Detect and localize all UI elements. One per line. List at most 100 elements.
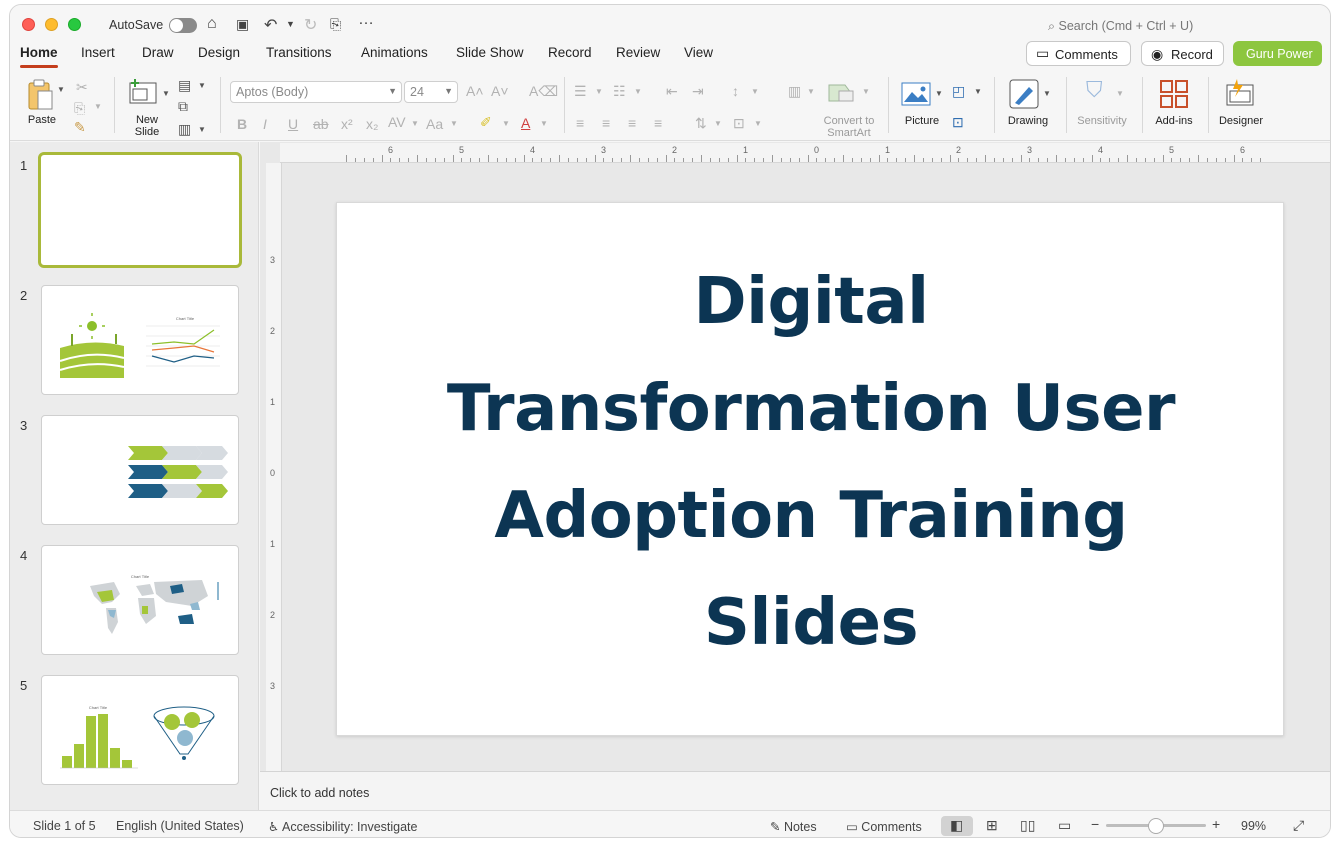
- fit-to-window-icon[interactable]: ⤢: [1293, 817, 1304, 834]
- slide-thumbnail-3[interactable]: [41, 415, 239, 525]
- justify-icon[interactable]: ≡: [654, 115, 662, 131]
- record-button[interactable]: ◉ Record: [1141, 41, 1224, 66]
- clear-formatting-icon[interactable]: A⌫: [529, 83, 558, 100]
- sensitivity-chevron-icon[interactable]: ▼: [1116, 89, 1124, 98]
- new-slide-dropdown-chevron-icon[interactable]: ▼: [162, 89, 170, 98]
- tab-animations[interactable]: Animations: [361, 45, 428, 60]
- character-spacing-icon[interactable]: AV: [388, 114, 406, 130]
- bullets-chevron-icon[interactable]: ▼: [595, 87, 603, 96]
- bullets-icon[interactable]: ☰: [574, 83, 587, 100]
- undo-dropdown-chevron-icon[interactable]: ▼: [286, 19, 295, 29]
- text-box-icon[interactable]: ⊡: [952, 114, 964, 131]
- language-indicator[interactable]: English (United States): [116, 819, 244, 833]
- section-dropdown-chevron-icon[interactable]: ▼: [198, 125, 206, 134]
- sensitivity-icon[interactable]: ⛉: [1086, 77, 1103, 103]
- zoom-in-button[interactable]: +: [1212, 816, 1220, 832]
- character-spacing-chevron-icon[interactable]: ▼: [411, 119, 419, 128]
- highlight-chevron-icon[interactable]: ▼: [502, 119, 510, 128]
- text-direction-chevron-icon[interactable]: ▼: [714, 119, 722, 128]
- customize-toolbar-icon[interactable]: ⎘: [330, 16, 341, 33]
- increase-font-size-icon[interactable]: A˄: [466, 83, 484, 99]
- superscript-icon[interactable]: x²: [341, 116, 353, 132]
- vertical-ruler[interactable]: 3 2 1 0 1 2 3: [266, 163, 282, 771]
- bold-icon[interactable]: B: [237, 116, 247, 132]
- align-text-chevron-icon[interactable]: ▼: [754, 119, 762, 128]
- autosave-toggle[interactable]: [169, 18, 197, 33]
- font-name-select[interactable]: Aptos (Body) ▼: [230, 81, 402, 103]
- current-slide-canvas[interactable]: Digital Transformation User Adoption Tra…: [336, 202, 1284, 736]
- slide-title-textbox[interactable]: Digital Transformation User Adoption Tra…: [337, 249, 1285, 677]
- tab-view[interactable]: View: [684, 45, 713, 60]
- tab-record[interactable]: Record: [548, 45, 592, 60]
- text-direction-icon[interactable]: ⇅: [695, 115, 707, 132]
- change-case-icon[interactable]: Aa: [426, 116, 443, 132]
- copy-dropdown-chevron-icon[interactable]: ▼: [94, 102, 102, 111]
- align-center-icon[interactable]: ≡: [602, 115, 610, 131]
- close-window-button[interactable]: [22, 18, 35, 31]
- zoom-level[interactable]: 99%: [1241, 819, 1266, 833]
- picture-icon[interactable]: [901, 81, 931, 110]
- reading-view-icon[interactable]: ▯▯: [1020, 817, 1035, 834]
- slide-thumbnail-pane[interactable]: 1 2 Chart Title 3 4 Chart Title 5 Chart …: [10, 142, 259, 810]
- tab-insert[interactable]: Insert: [81, 45, 115, 60]
- tab-slide-show[interactable]: Slide Show: [456, 45, 524, 60]
- home-icon[interactable]: ⌂: [207, 15, 217, 33]
- guru-power-button[interactable]: Guru Power: [1233, 41, 1322, 66]
- picture-chevron-icon[interactable]: ▼: [935, 89, 943, 98]
- slide-sorter-icon[interactable]: ⊞: [986, 817, 998, 834]
- increase-indent-icon[interactable]: ⇥: [692, 83, 704, 100]
- designer-icon[interactable]: [1225, 79, 1255, 112]
- add-ins-icon[interactable]: [1159, 79, 1189, 112]
- new-slide-icon[interactable]: [128, 79, 158, 108]
- align-right-icon[interactable]: ≡: [628, 115, 636, 131]
- layout-dropdown-chevron-icon[interactable]: ▼: [198, 81, 206, 90]
- cut-icon[interactable]: ✂: [76, 79, 88, 96]
- align-left-icon[interactable]: ≡: [576, 115, 584, 131]
- format-painter-icon[interactable]: ✎: [74, 119, 86, 136]
- slide-thumbnail-4[interactable]: Chart Title: [41, 545, 239, 655]
- font-color-chevron-icon[interactable]: ▼: [540, 119, 548, 128]
- zoom-slider-thumb[interactable]: [1148, 818, 1164, 834]
- tab-review[interactable]: Review: [616, 45, 660, 60]
- line-spacing-chevron-icon[interactable]: ▼: [751, 87, 759, 96]
- highlight-color-icon[interactable]: ✐: [480, 114, 492, 131]
- underline-icon[interactable]: U: [288, 116, 298, 132]
- paste-dropdown-chevron-icon[interactable]: ▼: [57, 85, 65, 94]
- convert-to-smartart-icon[interactable]: [827, 81, 857, 108]
- tab-home[interactable]: Home: [20, 45, 58, 68]
- decrease-indent-icon[interactable]: ⇤: [666, 83, 678, 100]
- copy-icon[interactable]: ⎘: [74, 100, 85, 117]
- maximize-window-button[interactable]: [68, 18, 81, 31]
- strikethrough-icon[interactable]: ab: [313, 116, 329, 132]
- save-icon[interactable]: ▣: [236, 16, 249, 33]
- shapes-icon[interactable]: ◰: [952, 83, 965, 100]
- font-size-select[interactable]: 24 ▼: [404, 81, 458, 103]
- comments-toggle-button[interactable]: ▭ Comments: [846, 819, 922, 834]
- drawing-chevron-icon[interactable]: ▼: [1043, 89, 1051, 98]
- section-icon[interactable]: ▥: [178, 121, 191, 138]
- accessibility-checker[interactable]: ♿︎ Accessibility: Investigate: [268, 819, 417, 834]
- tab-design[interactable]: Design: [198, 45, 240, 60]
- notes-toggle-button[interactable]: ✎ Notes: [770, 819, 817, 834]
- more-options-icon[interactable]: …: [358, 11, 374, 29]
- subscript-icon[interactable]: x₂: [366, 116, 378, 132]
- font-color-icon[interactable]: A: [521, 115, 530, 131]
- reset-slide-icon[interactable]: ⧉: [178, 98, 188, 115]
- paste-icon[interactable]: [26, 79, 53, 110]
- change-case-chevron-icon[interactable]: ▼: [450, 119, 458, 128]
- slide-thumbnail-1[interactable]: [38, 152, 242, 268]
- line-spacing-icon[interactable]: ↕: [732, 83, 739, 99]
- minimize-window-button[interactable]: [45, 18, 58, 31]
- columns-chevron-icon[interactable]: ▼: [807, 87, 815, 96]
- zoom-out-button[interactable]: −: [1091, 816, 1099, 832]
- slide-thumbnail-5[interactable]: Chart Title: [41, 675, 239, 785]
- notes-pane[interactable]: Click to add notes: [260, 771, 1330, 810]
- search-field[interactable]: ⌕ Search (Cmd + Ctrl + U): [1048, 19, 1193, 34]
- numbering-icon[interactable]: ☷: [613, 83, 626, 100]
- horizontal-ruler[interactable]: 6 5 4 3 2 1 0 1 2 3 4 5 6: [280, 143, 1330, 163]
- slide-thumbnail-2[interactable]: Chart Title: [41, 285, 239, 395]
- convert-smartart-chevron-icon[interactable]: ▼: [862, 87, 870, 96]
- italic-icon[interactable]: I: [263, 116, 267, 132]
- decrease-font-size-icon[interactable]: A˅: [491, 83, 509, 99]
- redo-icon[interactable]: ↻: [304, 15, 317, 35]
